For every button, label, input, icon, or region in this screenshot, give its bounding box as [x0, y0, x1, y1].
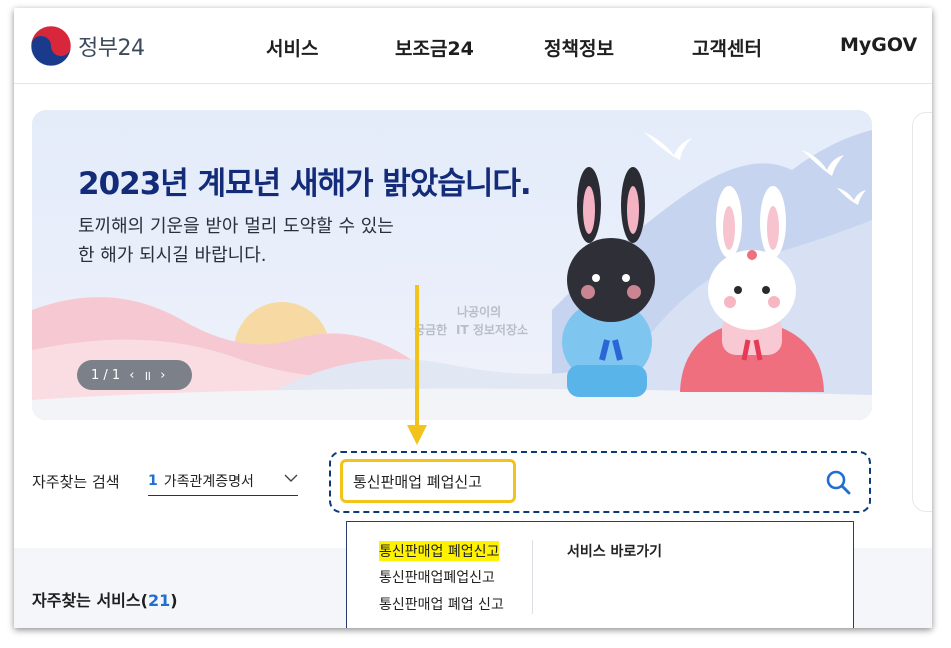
suggestion-item[interactable]: 통신판매업폐업신고 [379, 567, 495, 587]
browser-frame: 정부24 서비스 보조금24 정책정보 고객센터 MyGOV 2023년 계묘년… [14, 8, 932, 628]
watermark-line1: 나공이의 [457, 305, 502, 319]
banner-subtitle-line1: 토끼해의 기운을 받아 멀리 도약할 수 있는 [78, 216, 394, 237]
search-input[interactable]: 통신판매업 폐업신고 [340, 459, 516, 503]
new-year-banner[interactable]: 2023년 계묘년 새해가 밝았습니다. 토끼해의 기운을 받아 멀리 도약할 … [32, 110, 872, 420]
service-shortcut-heading: 서비스 바로가기 [567, 544, 663, 560]
next-slide-icon[interactable]: › [160, 368, 165, 383]
annotation-arrow-icon [407, 285, 427, 445]
frequent-search-select[interactable]: 1 가족관계증명서 [148, 466, 298, 496]
suggestion-item[interactable]: 통신판매업 폐업신고 [379, 541, 500, 561]
logo-text: 정부24 [78, 36, 145, 61]
frequent-search-rank: 1 [148, 472, 158, 489]
frequent-services-count: 21 [147, 591, 171, 610]
taegeuk-logo-icon [30, 25, 72, 67]
suggestion-item[interactable]: 통신판매업 폐업 신고 [379, 594, 504, 614]
banner-pager: 1 / 1 ‹ ॥ › [77, 360, 192, 390]
dropdown-divider [532, 540, 533, 614]
search-icon[interactable] [825, 469, 851, 495]
watermark-line2b: IT 정보저장소 [456, 323, 529, 337]
nav-services[interactable]: 서비스 [266, 34, 318, 61]
pause-slide-icon[interactable]: ॥ [143, 366, 151, 384]
search-box[interactable]: 통신판매업 폐업신고 [329, 451, 871, 513]
chevron-down-icon [284, 472, 298, 487]
nav-mygov[interactable]: MyGOV [840, 34, 917, 56]
site-logo[interactable]: 정부24 [30, 25, 145, 67]
pager-count: 1 / 1 [91, 367, 121, 383]
banner-title: 2023년 계묘년 새해가 밝았습니다. [78, 166, 532, 202]
nav-customer-center[interactable]: 고객센터 [692, 34, 762, 61]
nav-policy-info[interactable]: 정책정보 [544, 34, 614, 61]
site-header: 정부24 서비스 보조금24 정책정보 고객센터 MyGOV [14, 8, 932, 84]
prev-slide-icon[interactable]: ‹ [129, 368, 134, 383]
frequent-services-title: 자주찾는 서비스(21) [32, 591, 178, 610]
nav-subsidy24[interactable]: 보조금24 [395, 34, 474, 61]
frequent-services-label: 자주찾는 서비스 [32, 591, 141, 610]
frequent-search-label: 자주찾는 검색 [32, 473, 120, 491]
autocomplete-dropdown: 통신판매업 폐업신고 통신판매업폐업신고 통신판매업 폐업 신고 서비스 바로가… [346, 521, 854, 628]
frequent-search-value: 가족관계증명서 [163, 473, 254, 490]
side-card [912, 112, 932, 512]
banner-subtitle-line2: 한 해가 되시길 바랍니다. [78, 245, 267, 266]
